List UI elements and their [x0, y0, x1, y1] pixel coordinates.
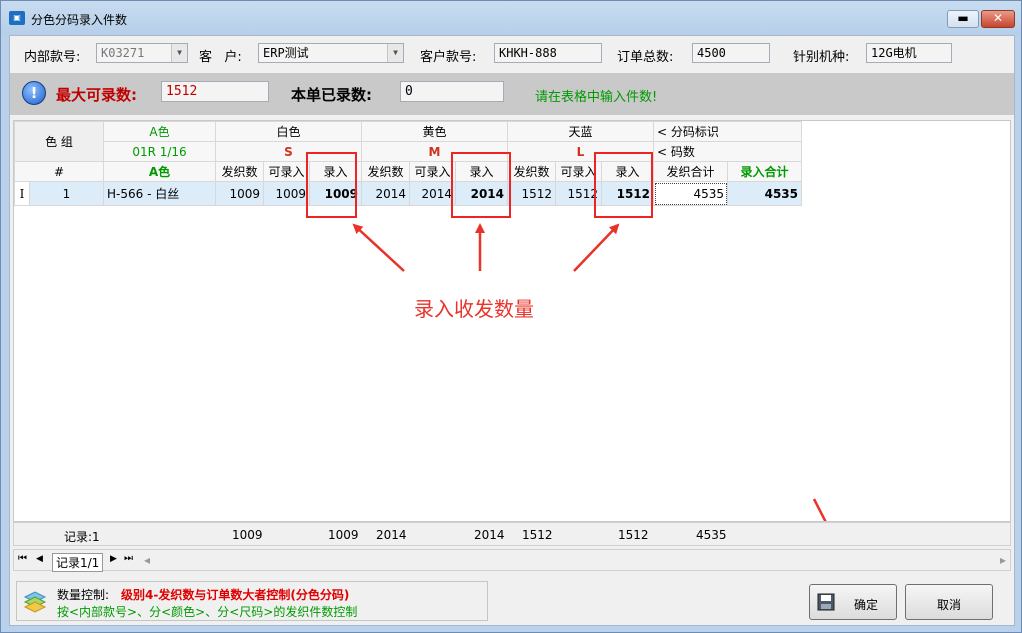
max-entry-label: 最大可录数: — [56, 86, 137, 104]
app-icon: ▣ — [9, 11, 25, 25]
record-navigator: ⏮ ◀ 记录1/1 ▶ ⏭ ◂ ▸ — [13, 549, 1011, 572]
save-icon — [817, 593, 835, 611]
customer-combo[interactable]: ERP测试 ▼ — [258, 43, 404, 63]
entry-grid: 色 组 A色 白色 黄色 天蓝 < 分码标识 01R 1/16 S M L < … — [13, 120, 1011, 522]
close-button[interactable]: ✕ — [981, 10, 1015, 28]
sum-s-issued: 1009 — [232, 528, 263, 542]
ok-button[interactable]: 确定 — [809, 584, 897, 620]
order-total-label: 订单总数: — [617, 50, 674, 65]
summary-row: 记录:1 1009 1009 2014 2014 1512 1512 4535 — [13, 522, 1011, 546]
cancel-button[interactable]: 取消 — [905, 584, 993, 620]
ok-button-label: 确定 — [854, 598, 879, 612]
machine-field[interactable]: 12G电机 — [866, 43, 952, 63]
layers-icon — [23, 591, 47, 613]
dialog-body: 内部款号: K03271 ▼ 客 户: ERP测试 ▼ 客户款号: KHKH-8… — [9, 35, 1015, 626]
sum-issued-total: 4535 — [696, 528, 727, 542]
entry-limit-bar: ! 最大可录数: 1512 本单已录数: 0 请在表格中输入件数! — [10, 73, 1014, 115]
customer-value: ERP测试 — [263, 46, 309, 60]
next-record-icon[interactable]: ▶ — [110, 554, 117, 564]
sum-l-issued: 1512 — [522, 528, 553, 542]
control-label: 数量控制: — [57, 588, 110, 602]
quantity-control-panel: 数量控制: 级别4-发织数与订单数大者控制(分色分码) 按<内部款号>、分<颜色… — [16, 581, 488, 621]
prev-record-icon[interactable]: ◀ — [36, 554, 43, 564]
sum-s-entry: 1009 — [328, 528, 359, 542]
entered-count-field: 0 — [400, 81, 504, 102]
customer-label: 客 户: — [199, 50, 242, 65]
minimize-button[interactable]: ▬ — [947, 10, 979, 28]
control-description: 按<内部款号>、分<颜色>、分<尺码>的发织件数控制 — [57, 605, 358, 619]
window-title: 分色分码录入件数 — [31, 13, 128, 27]
internal-no-label: 内部款号: — [24, 50, 81, 65]
first-record-icon[interactable]: ⏮ — [18, 553, 27, 564]
last-record-icon[interactable]: ⏭ — [124, 553, 133, 564]
machine-label: 针别机种: — [793, 50, 850, 65]
sum-l-entry: 1512 — [618, 528, 649, 542]
title-bar: ▣ 分色分码录入件数 ▬ ✕ — [1, 1, 1021, 35]
record-count: 记录:1 — [64, 530, 100, 544]
scroll-right-icon[interactable]: ▸ — [1000, 553, 1006, 567]
entered-count-label: 本单已录数: — [291, 86, 372, 104]
record-position: 记录1/1 — [52, 553, 104, 572]
cancel-button-label: 取消 — [936, 598, 961, 612]
internal-no-combo[interactable]: K03271 ▼ — [96, 43, 188, 63]
control-level: 级别4-发织数与订单数大者控制(分色分码) — [121, 588, 350, 602]
entry-hint: 请在表格中输入件数! — [535, 90, 658, 105]
customer-style-field[interactable]: KHKH-888 — [494, 43, 602, 63]
annotation-label: 录入收发数量 — [414, 297, 534, 321]
customer-style-label: 客户款号: — [420, 50, 477, 65]
scroll-left-icon[interactable]: ◂ — [144, 553, 150, 567]
sum-m-issued: 2014 — [376, 528, 407, 542]
order-total-field[interactable]: 4500 — [692, 43, 770, 63]
info-icon: ! — [22, 81, 46, 105]
dropdown-arrow-icon[interactable]: ▼ — [387, 44, 403, 62]
dialog-window: ▣ 分色分码录入件数 ▬ ✕ 内部款号: K03271 ▼ 客 户: ERP测试… — [0, 0, 1022, 633]
max-entry-field: 1512 — [161, 81, 269, 102]
dropdown-arrow-icon[interactable]: ▼ — [171, 44, 187, 62]
order-info-bar: 内部款号: K03271 ▼ 客 户: ERP测试 ▼ 客户款号: KHKH-8… — [10, 36, 1014, 72]
internal-no-value: K03271 — [101, 46, 145, 60]
sum-m-entry: 2014 — [474, 528, 505, 542]
